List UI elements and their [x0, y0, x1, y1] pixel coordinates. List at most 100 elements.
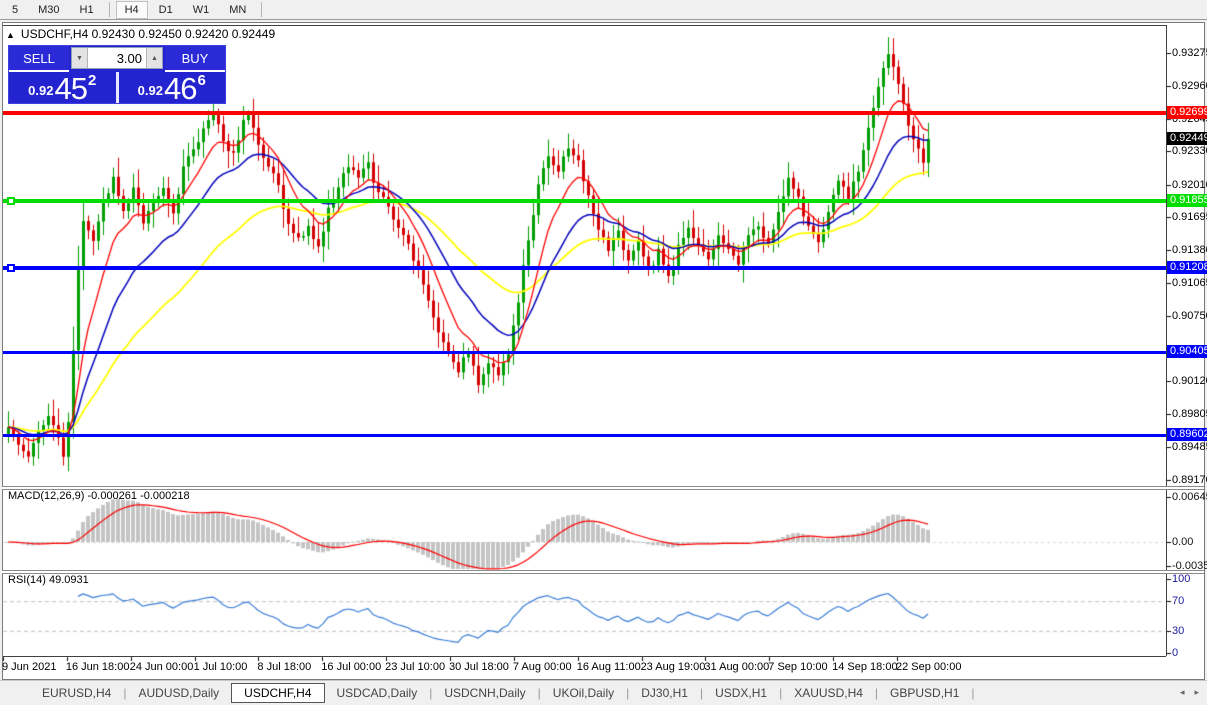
price-tick-label: 0.89170 — [1172, 474, 1207, 486]
rsi-axis-label: 70 — [1172, 595, 1184, 607]
timeframe-h1[interactable]: H1 — [71, 1, 103, 19]
tab-usdchf-h4[interactable]: USDCHF,H4 — [231, 683, 324, 703]
macd-axis-label: 0.006451 — [1172, 491, 1207, 503]
sell-button[interactable]: SELL — [9, 46, 69, 72]
sell-price-big: 45 — [54, 75, 86, 102]
trade-panel-prices-row: 0.92 45 2 0.92 46 6 — [9, 72, 225, 103]
tab-eurusd-h4[interactable]: EURUSD,H4 — [30, 683, 123, 703]
tab-usdcnh-daily[interactable]: USDCNH,Daily — [432, 683, 537, 703]
rsi-pane-separator[interactable] — [2, 570, 1204, 574]
rsi-title: RSI(14) — [8, 574, 46, 586]
sell-price-display[interactable]: 0.92 45 2 — [9, 72, 119, 103]
price-tick-label: 0.91380 — [1172, 244, 1207, 256]
date-label: 16 Aug 11:00 — [577, 661, 641, 673]
price-tick-label: 0.93275 — [1172, 47, 1207, 59]
buy-price-big: 46 — [164, 75, 196, 102]
tab-separator: | — [971, 686, 974, 700]
tab-gbpusd-h1[interactable]: GBPUSD,H1 — [878, 683, 971, 703]
chart-title: ▲ USDCHF,H4 0.92430 0.92450 0.92420 0.924… — [6, 27, 275, 41]
collapse-panel-icon[interactable]: ▲ — [6, 30, 15, 40]
price-label-0.91208: 0.91208 — [1167, 261, 1207, 274]
timeframe-mn[interactable]: MN — [220, 1, 255, 19]
price-tick-label: 0.92330 — [1172, 145, 1207, 157]
volume-input[interactable] — [88, 48, 146, 68]
timeframe-h4[interactable]: H4 — [116, 1, 148, 19]
hline-handle[interactable] — [7, 197, 15, 205]
rsi-indicator-label: RSI(14) 49.0931 — [8, 574, 89, 586]
axis-divider — [1166, 25, 1167, 656]
price-label-0.91855: 0.91855 — [1167, 194, 1207, 207]
macd-title: MACD(12,26,9) — [8, 490, 84, 502]
date-label: 1 Jul 10:00 — [194, 661, 248, 673]
hline-0.91208[interactable] — [3, 266, 1166, 270]
tab-ukoil-daily[interactable]: UKOil,Daily — [541, 683, 626, 703]
timeframe-m30[interactable]: M30 — [29, 1, 68, 19]
hline-0.90405[interactable] — [3, 351, 1166, 354]
hline-0.89602[interactable] — [3, 434, 1166, 437]
macd-indicator-label: MACD(12,26,9) -0.000261 -0.000218 — [8, 490, 190, 502]
rsi-axis-label: 30 — [1172, 625, 1184, 637]
hline-0.92699[interactable] — [3, 111, 1166, 115]
volume-increase-button[interactable]: ▲ — [146, 48, 162, 68]
price-tick-label: 0.92010 — [1172, 179, 1207, 191]
tab-usdx-h1[interactable]: USDX,H1 — [703, 683, 779, 703]
sell-price-pips: 2 — [88, 72, 96, 89]
date-label: 7 Aug 00:00 — [513, 661, 572, 673]
tab-usdcad-daily[interactable]: USDCAD,Daily — [325, 683, 430, 703]
rsi-axis-label: 100 — [1172, 573, 1190, 585]
price-tick-label: 0.90120 — [1172, 375, 1207, 387]
timeframe-d1[interactable]: D1 — [150, 1, 182, 19]
rsi-pane-bottom-border — [3, 656, 1166, 657]
date-label: 16 Jun 18:00 — [66, 661, 130, 673]
timeframe-toolbar: 5M30H1 H4D1W1MN — [0, 0, 1207, 20]
price-tick-label: 0.91695 — [1172, 211, 1207, 223]
macd-axis-label: 0.00 — [1172, 536, 1193, 548]
date-label: 7 Sep 10:00 — [768, 661, 827, 673]
timeframe-5[interactable]: 5 — [3, 1, 27, 19]
buy-price-display[interactable]: 0.92 46 6 — [119, 72, 226, 103]
macd-values: -0.000261 -0.000218 — [87, 490, 189, 502]
tab-dj30-h1[interactable]: DJ30,H1 — [629, 683, 700, 703]
volume-decrease-button[interactable]: ▼ — [72, 48, 88, 68]
current-price-label: 0.92449 — [1167, 132, 1207, 145]
macd-axis-label: -0.003507 — [1172, 560, 1207, 572]
toolbar-separator — [109, 2, 110, 17]
date-label: 16 Jul 00:00 — [321, 661, 381, 673]
date-label: 23 Jul 10:00 — [385, 661, 445, 673]
hline-handle[interactable] — [7, 264, 15, 272]
chart-tabbar: EURUSD,H4 | AUDUSD,DailyUSDCHF,H4USDCAD,Da… — [0, 680, 1207, 705]
date-label: 24 Jun 00:00 — [130, 661, 194, 673]
triangle-up-icon: ▲ — [151, 55, 158, 62]
price-tick-label: 0.89485 — [1172, 441, 1207, 453]
sell-price-prefix: 0.92 — [28, 83, 53, 98]
buy-button[interactable]: BUY — [165, 46, 225, 72]
tab-scroll-arrows: ◂ ▸ — [1180, 687, 1199, 698]
main-pane-top-border — [3, 25, 1166, 26]
date-label: 8 Jul 18:00 — [257, 661, 311, 673]
timeframe-w1[interactable]: W1 — [184, 1, 219, 19]
rsi-value: 49.0931 — [49, 574, 89, 586]
toolbar-separator — [261, 2, 262, 17]
price-tick-label: 0.89805 — [1172, 408, 1207, 420]
tab-audusd-daily[interactable]: AUDUSD,Daily — [126, 683, 231, 703]
date-label: 9 Jun 2021 — [2, 661, 56, 673]
tab-scroll-right-icon[interactable]: ▸ — [1194, 687, 1199, 698]
buy-price-prefix: 0.92 — [138, 83, 163, 98]
price-label-0.90405: 0.90405 — [1167, 345, 1207, 358]
price-label-0.92699: 0.92699 — [1167, 106, 1207, 119]
tab-scroll-left-icon[interactable]: ◂ — [1180, 687, 1185, 698]
one-click-trading-panel: SELL ▼ ▲ BUY 0.92 45 2 0.92 46 6 — [8, 45, 226, 104]
triangle-down-icon: ▼ — [76, 55, 83, 62]
date-label: 31 Aug 00:00 — [704, 661, 769, 673]
trade-panel-buttons-row: SELL ▼ ▲ BUY — [9, 46, 225, 72]
chart-ohlc-values: 0.92430 0.92450 0.92420 0.92449 — [92, 27, 276, 41]
date-label: 14 Sep 18:00 — [832, 661, 897, 673]
tab-xauusd-h4[interactable]: XAUUSD,H4 — [782, 683, 875, 703]
date-label: 30 Jul 18:00 — [449, 661, 509, 673]
hline-0.91855[interactable] — [3, 199, 1166, 203]
chart-symbol-timeframe: USDCHF,H4 — [21, 27, 88, 41]
mt4-app: 5M30H1 H4D1W1MN ▲ USDCHF,H4 0.92430 0.9245… — [0, 0, 1207, 705]
price-tick-label: 0.90750 — [1172, 310, 1207, 322]
rsi-axis-label: 0 — [1172, 647, 1178, 659]
date-label: 23 Aug 19:00 — [641, 661, 706, 673]
